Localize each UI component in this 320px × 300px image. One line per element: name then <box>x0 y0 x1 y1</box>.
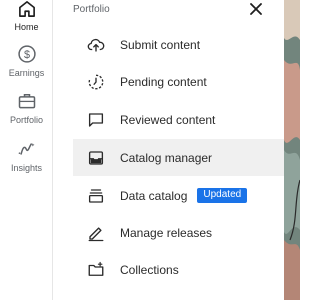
menu-item-collections[interactable]: Collections <box>73 251 284 288</box>
menu-item-catalog-manager[interactable]: Catalog manager <box>73 139 284 176</box>
panel-title: Portfolio <box>73 4 110 15</box>
menu-label: Manage releases <box>120 225 213 240</box>
menu-label: Pending content <box>120 74 207 89</box>
menu-item-reviewed-content[interactable]: Reviewed content <box>73 101 284 138</box>
updated-badge: Updated <box>197 188 248 203</box>
rail-item-earnings[interactable]: $ Earnings <box>0 44 53 78</box>
inbox-icon <box>88 150 104 165</box>
menu-item-pending-content[interactable]: Pending content <box>73 63 284 100</box>
rail-item-insights[interactable]: Insights <box>0 139 53 173</box>
pen-icon <box>88 226 104 241</box>
home-icon <box>18 1 35 17</box>
menu-label: Reviewed content <box>120 112 216 127</box>
folder-add-icon <box>88 261 104 276</box>
rail-label-insights: Insights <box>10 163 43 173</box>
menu-label: Submit content <box>120 37 201 52</box>
cloud-upload-icon <box>87 38 105 52</box>
menu-item-manage-releases[interactable]: Manage releases <box>73 214 284 251</box>
rail-label-earnings: Earnings <box>8 68 45 78</box>
rail-item-portfolio[interactable]: Portfolio <box>0 91 53 125</box>
menu-item-data-catalog[interactable]: Data catalog Updated <box>73 177 284 214</box>
comment-icon <box>88 112 104 127</box>
close-icon <box>250 3 262 15</box>
background-artwork <box>284 0 300 300</box>
svg-text:$: $ <box>23 49 29 61</box>
stack-icon <box>88 188 104 203</box>
rail-label-portfolio: Portfolio <box>9 115 44 125</box>
close-button[interactable] <box>248 1 264 17</box>
rail-item-home[interactable]: Home <box>0 0 53 32</box>
briefcase-icon <box>18 94 35 109</box>
menu-label: Collections <box>120 262 179 277</box>
pending-icon <box>88 74 104 89</box>
rail-label-home: Home <box>14 22 39 32</box>
dollar-icon: $ <box>17 45 36 63</box>
menu-label: Data catalog <box>120 188 188 203</box>
menu-label: Catalog manager <box>120 150 213 165</box>
nav-rail: Home $ Earnings Portfolio Insights <box>0 0 53 300</box>
portfolio-panel: Portfolio Submit content Pending content… <box>54 0 284 300</box>
insights-icon <box>18 143 34 155</box>
menu-item-submit-content[interactable]: Submit content <box>73 26 284 63</box>
